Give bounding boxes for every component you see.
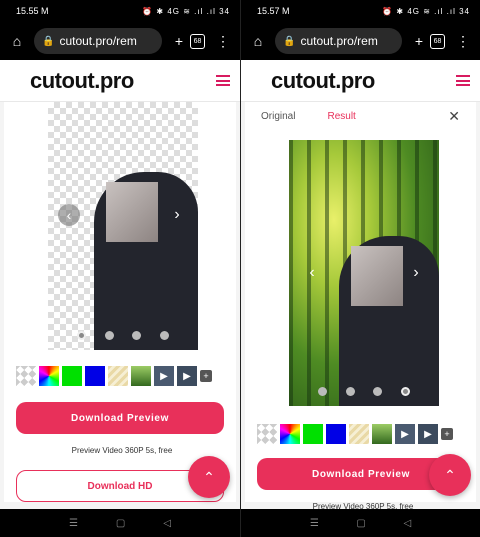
play-icon: ▶: [424, 428, 432, 440]
prev-arrow-icon[interactable]: ‹: [58, 204, 80, 226]
tab-original[interactable]: Original: [261, 111, 295, 122]
person-image: [339, 236, 439, 406]
result-card: Original Result ✕ ‹ › ▶ ▶ + Download Pre…: [245, 102, 476, 511]
carousel-dot[interactable]: [345, 387, 355, 396]
result-card: ‹ › ▶ ▶ + Download Preview Preview Video…: [4, 102, 236, 502]
carousel-dot[interactable]: [77, 331, 87, 340]
carousel-dot[interactable]: [318, 387, 328, 396]
carousel-dots: [48, 331, 198, 340]
carousel-dot[interactable]: [373, 387, 383, 396]
overflow-menu-icon[interactable]: ⋮: [212, 33, 234, 50]
sand-texture-swatch[interactable]: [108, 366, 128, 386]
back-nav-icon[interactable]: ◁: [163, 518, 171, 529]
tab-count: 68: [190, 33, 205, 49]
site-logo[interactable]: cutout.pro: [271, 68, 375, 94]
url-text: cutout.pro/rem: [300, 34, 378, 48]
prev-arrow-icon[interactable]: ‹: [301, 262, 323, 284]
play-icon: ▶: [183, 370, 191, 382]
url-text: cutout.pro/rem: [59, 34, 137, 48]
next-arrow-icon[interactable]: ›: [405, 262, 427, 284]
background-swatches: ▶ ▶ +: [257, 424, 453, 444]
background-swatches: ▶ ▶ +: [16, 366, 212, 386]
carousel-dots: [289, 387, 439, 396]
site-logo[interactable]: cutout.pro: [30, 68, 134, 94]
hamburger-menu-icon[interactable]: [216, 75, 230, 86]
forest-image-swatch[interactable]: [372, 424, 392, 444]
next-arrow-icon[interactable]: ›: [166, 204, 188, 226]
person-cutout-image: [94, 172, 198, 350]
status-mail-icon: M: [282, 6, 290, 16]
carousel-dot[interactable]: [132, 331, 142, 340]
sand-texture-swatch[interactable]: [349, 424, 369, 444]
lock-icon: 🔒: [283, 35, 296, 47]
tab-count: 68: [430, 33, 445, 49]
blue-swatch[interactable]: [85, 366, 105, 386]
blue-swatch[interactable]: [326, 424, 346, 444]
compare-tabs: Original Result ✕: [245, 102, 476, 130]
forest-image-swatch[interactable]: [131, 366, 151, 386]
scroll-top-button[interactable]: ⌃: [188, 456, 230, 498]
right-screenshot: 15.57 M ⏰ ✱ 4G ≋ .ıl .ıl 34 ⌂ 🔒 cutout.p…: [240, 0, 480, 537]
add-background-icon[interactable]: +: [441, 428, 453, 440]
recent-apps-icon[interactable]: ☰: [310, 518, 319, 529]
address-bar[interactable]: 🔒 cutout.pro/rem: [34, 28, 162, 54]
android-nav-bar: ☰ ▢ ◁: [0, 509, 240, 537]
color-picker-swatch[interactable]: [280, 424, 300, 444]
battery-level: 34: [219, 6, 230, 16]
blurred-face: [351, 246, 403, 306]
browser-toolbar: ⌂ 🔒 cutout.pro/rem + 68 ⋮: [241, 22, 480, 60]
color-picker-swatch[interactable]: [39, 366, 59, 386]
overflow-menu-icon[interactable]: ⋮: [452, 33, 474, 50]
lock-icon: 🔒: [42, 35, 55, 47]
video-background-swatch[interactable]: ▶: [177, 366, 197, 386]
status-bar: 15.55 M ⏰ ✱ 4G ≋ .ıl .ıl 34: [0, 0, 240, 22]
recent-apps-icon[interactable]: ☰: [69, 518, 78, 529]
transparent-swatch[interactable]: [16, 366, 36, 386]
address-bar[interactable]: 🔒 cutout.pro/rem: [275, 28, 402, 54]
status-time: 15.55: [16, 6, 39, 16]
hamburger-menu-icon[interactable]: [456, 75, 470, 86]
play-icon: ▶: [160, 370, 168, 382]
status-icons: ⏰ ✱ 4G ≋ .ıl .ıl: [382, 6, 456, 16]
close-icon[interactable]: ✕: [448, 108, 460, 125]
green-swatch[interactable]: [303, 424, 323, 444]
carousel-dot[interactable]: [104, 331, 114, 340]
site-header: cutout.pro: [241, 60, 480, 102]
scroll-top-button[interactable]: ⌃: [429, 454, 471, 496]
cutout-preview: [48, 102, 198, 350]
carousel-dot[interactable]: [400, 387, 410, 396]
status-bar: 15.57 M ⏰ ✱ 4G ≋ .ıl .ıl 34: [241, 0, 480, 22]
transparent-swatch[interactable]: [257, 424, 277, 444]
tab-result[interactable]: Result: [327, 111, 355, 122]
video-background-swatch[interactable]: ▶: [395, 424, 415, 444]
video-background-swatch[interactable]: ▶: [154, 366, 174, 386]
status-mail-icon: M: [41, 6, 49, 16]
new-tab-icon[interactable]: +: [408, 33, 430, 49]
battery-level: 34: [459, 6, 470, 16]
blurred-face: [106, 182, 158, 242]
green-swatch[interactable]: [62, 366, 82, 386]
home-icon[interactable]: ⌂: [6, 33, 28, 49]
home-nav-icon[interactable]: ▢: [356, 518, 365, 529]
site-header: cutout.pro: [0, 60, 240, 102]
android-nav-bar: ☰ ▢ ◁: [241, 509, 480, 537]
video-background-swatch[interactable]: ▶: [418, 424, 438, 444]
play-icon: ▶: [401, 428, 409, 440]
preview-note: Preview Video 360P 5s, free: [71, 446, 173, 455]
add-background-icon[interactable]: +: [200, 370, 212, 382]
status-time: 15.57: [257, 6, 280, 16]
new-tab-icon[interactable]: +: [168, 33, 190, 49]
status-icons: ⏰ ✱ 4G ≋ .ıl .ıl: [142, 6, 216, 16]
tab-switcher-button[interactable]: 68: [430, 33, 452, 49]
carousel-dot[interactable]: [159, 331, 169, 340]
home-nav-icon[interactable]: ▢: [116, 518, 125, 529]
back-nav-icon[interactable]: ◁: [403, 518, 411, 529]
home-icon[interactable]: ⌂: [247, 33, 269, 49]
download-preview-button[interactable]: Download Preview: [16, 402, 224, 434]
left-screenshot: 15.55 M ⏰ ✱ 4G ≋ .ıl .ıl 34 ⌂ 🔒 cutout.p…: [0, 0, 240, 537]
tab-switcher-button[interactable]: 68: [190, 33, 212, 49]
browser-toolbar: ⌂ 🔒 cutout.pro/rem + 68 ⋮: [0, 22, 240, 60]
